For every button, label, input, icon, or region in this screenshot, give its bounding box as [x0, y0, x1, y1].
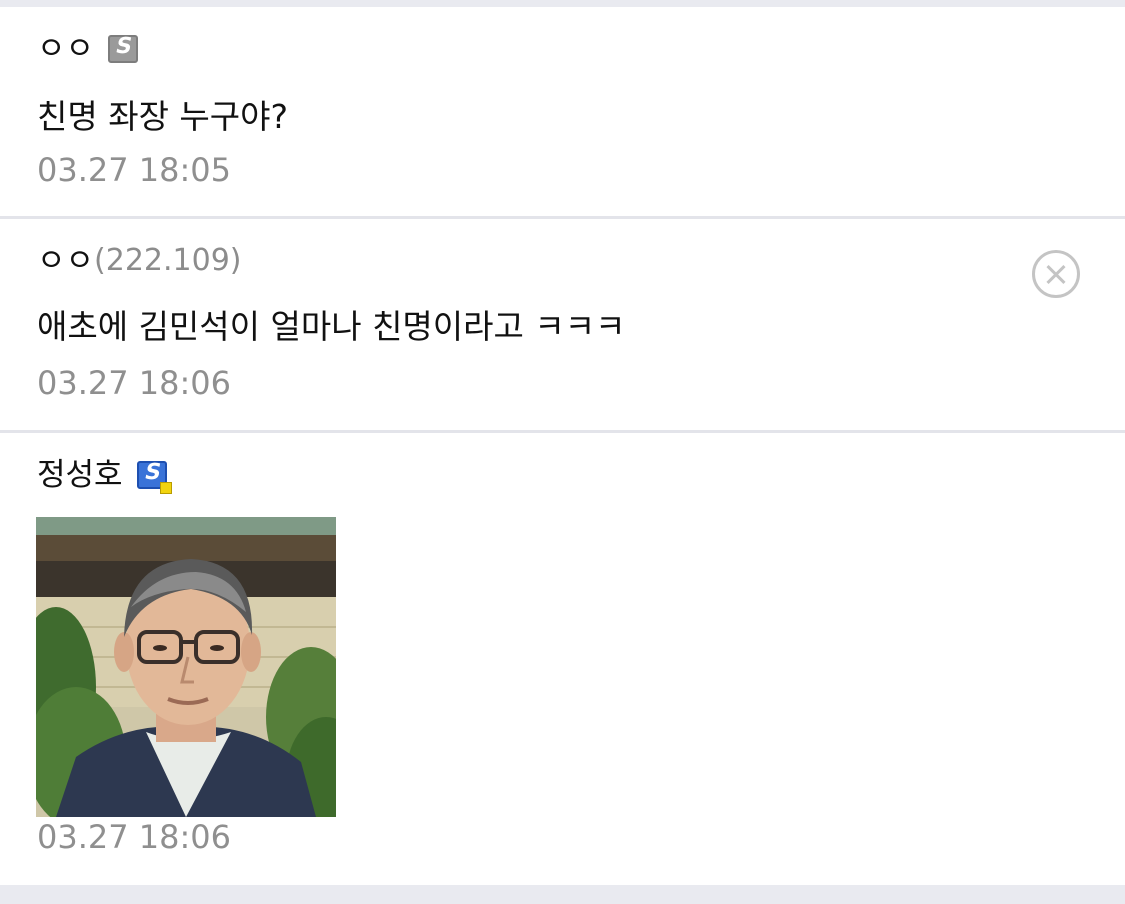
top-separator: [0, 0, 1125, 7]
comment-text: 애초에 김민석이 얼마나 친명이라고 ㅋㅋㅋ: [37, 307, 626, 346]
comment-author[interactable]: 정성호: [37, 455, 172, 495]
comment-item: 정성호 S 03.27 18:06: [0, 433, 1125, 885]
author-nickname[interactable]: 정성호: [37, 455, 123, 495]
portrait-photo: [36, 517, 336, 817]
bottom-separator: [0, 885, 1125, 904]
gallery-gonik-icon: [108, 35, 139, 63]
comment-image[interactable]: [36, 517, 336, 817]
comment-author[interactable]: ㅇㅇ (222.109): [37, 241, 242, 281]
author-nickname[interactable]: ㅇㅇ: [37, 29, 94, 69]
manager-dot-icon: [159, 482, 172, 494]
delete-comment-icon[interactable]: [1032, 250, 1080, 298]
comment-timestamp: 03.27 18:05: [37, 151, 231, 189]
author-ip: (222.109): [94, 243, 242, 278]
fixed-nick-icon: [136, 461, 172, 494]
comment-item: ㅇㅇ 친명 좌장 누구야? 03.27 18:05: [0, 7, 1125, 216]
comment-text: 친명 좌장 누구야?: [37, 97, 289, 136]
comment-item: ㅇㅇ (222.109) 애초에 김민석이 얼마나 친명이라고 ㅋㅋㅋ 03.2…: [0, 219, 1125, 430]
comment-timestamp: 03.27 18:06: [37, 364, 231, 402]
comment-author[interactable]: ㅇㅇ: [37, 29, 139, 69]
comment-timestamp: 03.27 18:06: [37, 818, 231, 856]
author-nickname[interactable]: ㅇㅇ: [37, 241, 94, 281]
